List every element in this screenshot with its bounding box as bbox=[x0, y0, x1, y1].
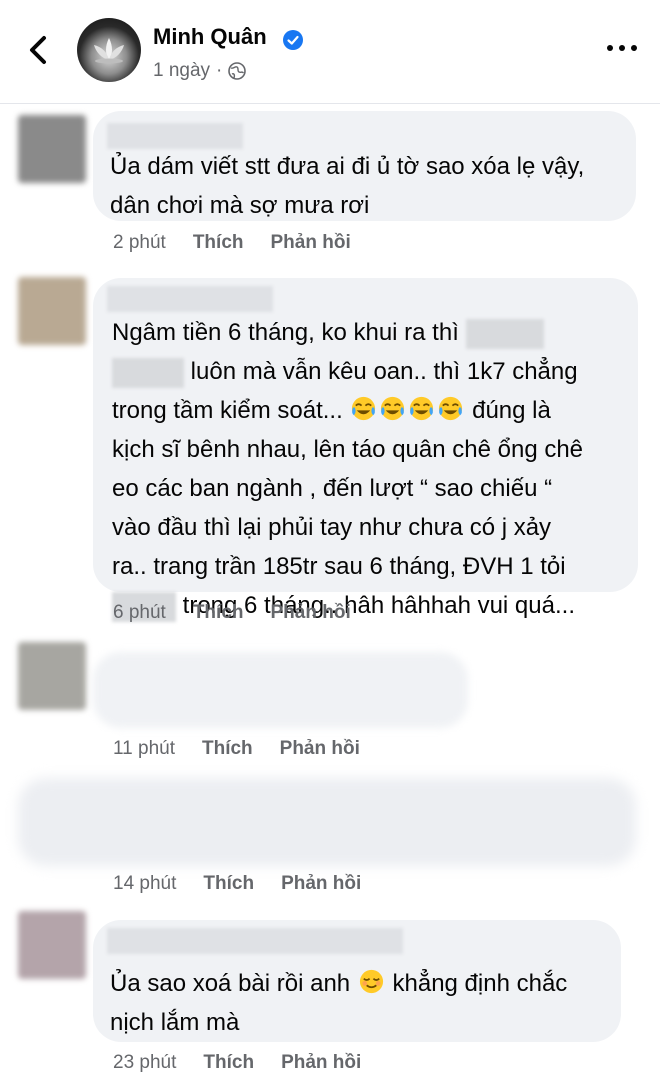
comment-time[interactable]: 11 phút bbox=[113, 738, 175, 760]
more-horizontal-icon[interactable] bbox=[606, 40, 638, 56]
post-header: Minh Quân 1 ngày · bbox=[0, 0, 660, 104]
reply-button[interactable]: Phản hồi bbox=[281, 873, 361, 895]
avatar[interactable] bbox=[77, 18, 141, 82]
commenter-avatar[interactable] bbox=[18, 642, 86, 710]
author-name[interactable]: Minh Quân bbox=[153, 24, 267, 50]
like-button[interactable]: Thích bbox=[193, 232, 244, 254]
comment-bubble-blurred bbox=[18, 778, 636, 866]
like-button[interactable]: Thích bbox=[202, 738, 253, 760]
reply-button[interactable]: Phản hồi bbox=[281, 1052, 361, 1074]
post-meta: 1 ngày · bbox=[153, 60, 247, 82]
tears-of-joy-emoji bbox=[381, 396, 405, 421]
like-button[interactable]: Thích bbox=[203, 1052, 254, 1074]
comment-text: Ngâm tiền 6 tháng, ko khui ra thì luôn m… bbox=[112, 313, 583, 625]
verified-badge-icon bbox=[283, 30, 303, 50]
meta-separator: · bbox=[216, 60, 223, 81]
post-time[interactable]: 1 ngày bbox=[153, 60, 210, 82]
comment-bubble: Ủa dám viết stt đưa ai đi ủ tờ sao xóa l… bbox=[93, 111, 636, 221]
like-button[interactable]: Thích bbox=[193, 602, 244, 624]
globe-icon bbox=[228, 62, 247, 80]
redacted-text bbox=[112, 357, 184, 388]
commenter-avatar[interactable] bbox=[18, 911, 86, 979]
commenter-name-blurred bbox=[107, 286, 273, 312]
comment-text: Ủa sao xoá bài rồi anh khẳng định chắc n… bbox=[110, 969, 568, 1036]
chevron-left-icon[interactable] bbox=[22, 30, 56, 70]
reply-button[interactable]: Phản hồi bbox=[280, 738, 360, 760]
like-button[interactable]: Thích bbox=[203, 873, 254, 895]
comment-time[interactable]: 6 phút bbox=[113, 602, 166, 624]
comment-bubble: Ngâm tiền 6 tháng, ko khui ra thì luôn m… bbox=[93, 278, 638, 622]
tears-of-joy-emoji bbox=[410, 396, 434, 421]
tears-of-joy-emoji bbox=[352, 396, 376, 421]
comment-text: Ủa dám viết stt đưa ai đi ủ tờ sao xóa l… bbox=[110, 153, 585, 219]
relieved-face-emoji bbox=[359, 969, 383, 994]
comment-time[interactable]: 2 phút bbox=[113, 232, 166, 254]
comment-actions: 14 phút Thích Phản hồi bbox=[113, 873, 388, 895]
commenter-avatar[interactable] bbox=[18, 277, 86, 345]
comment-actions: 23 phút Thích Phản hồi bbox=[113, 1052, 388, 1074]
commenter-avatar[interactable] bbox=[18, 115, 86, 183]
commenter-name-blurred bbox=[107, 928, 403, 954]
comment-time[interactable]: 23 phút bbox=[113, 1052, 176, 1074]
redacted-text bbox=[465, 318, 544, 349]
tears-of-joy-emoji bbox=[439, 396, 463, 421]
comment-actions: 6 phút Thích Phản hồi bbox=[113, 602, 378, 624]
lotus-icon bbox=[94, 38, 124, 64]
comment-bubble-blurred bbox=[93, 652, 468, 728]
commenter-name-blurred bbox=[107, 123, 243, 149]
comment-actions: 2 phút Thích Phản hồi bbox=[113, 232, 378, 254]
reply-button[interactable]: Phản hồi bbox=[271, 602, 351, 624]
reply-button[interactable]: Phản hồi bbox=[271, 232, 351, 254]
comment-bubble: Ủa sao xoá bài rồi anh khẳng định chắc n… bbox=[93, 920, 621, 1042]
comment-actions: 11 phút Thích Phản hồi bbox=[113, 738, 387, 760]
comment-time[interactable]: 14 phút bbox=[113, 873, 176, 895]
